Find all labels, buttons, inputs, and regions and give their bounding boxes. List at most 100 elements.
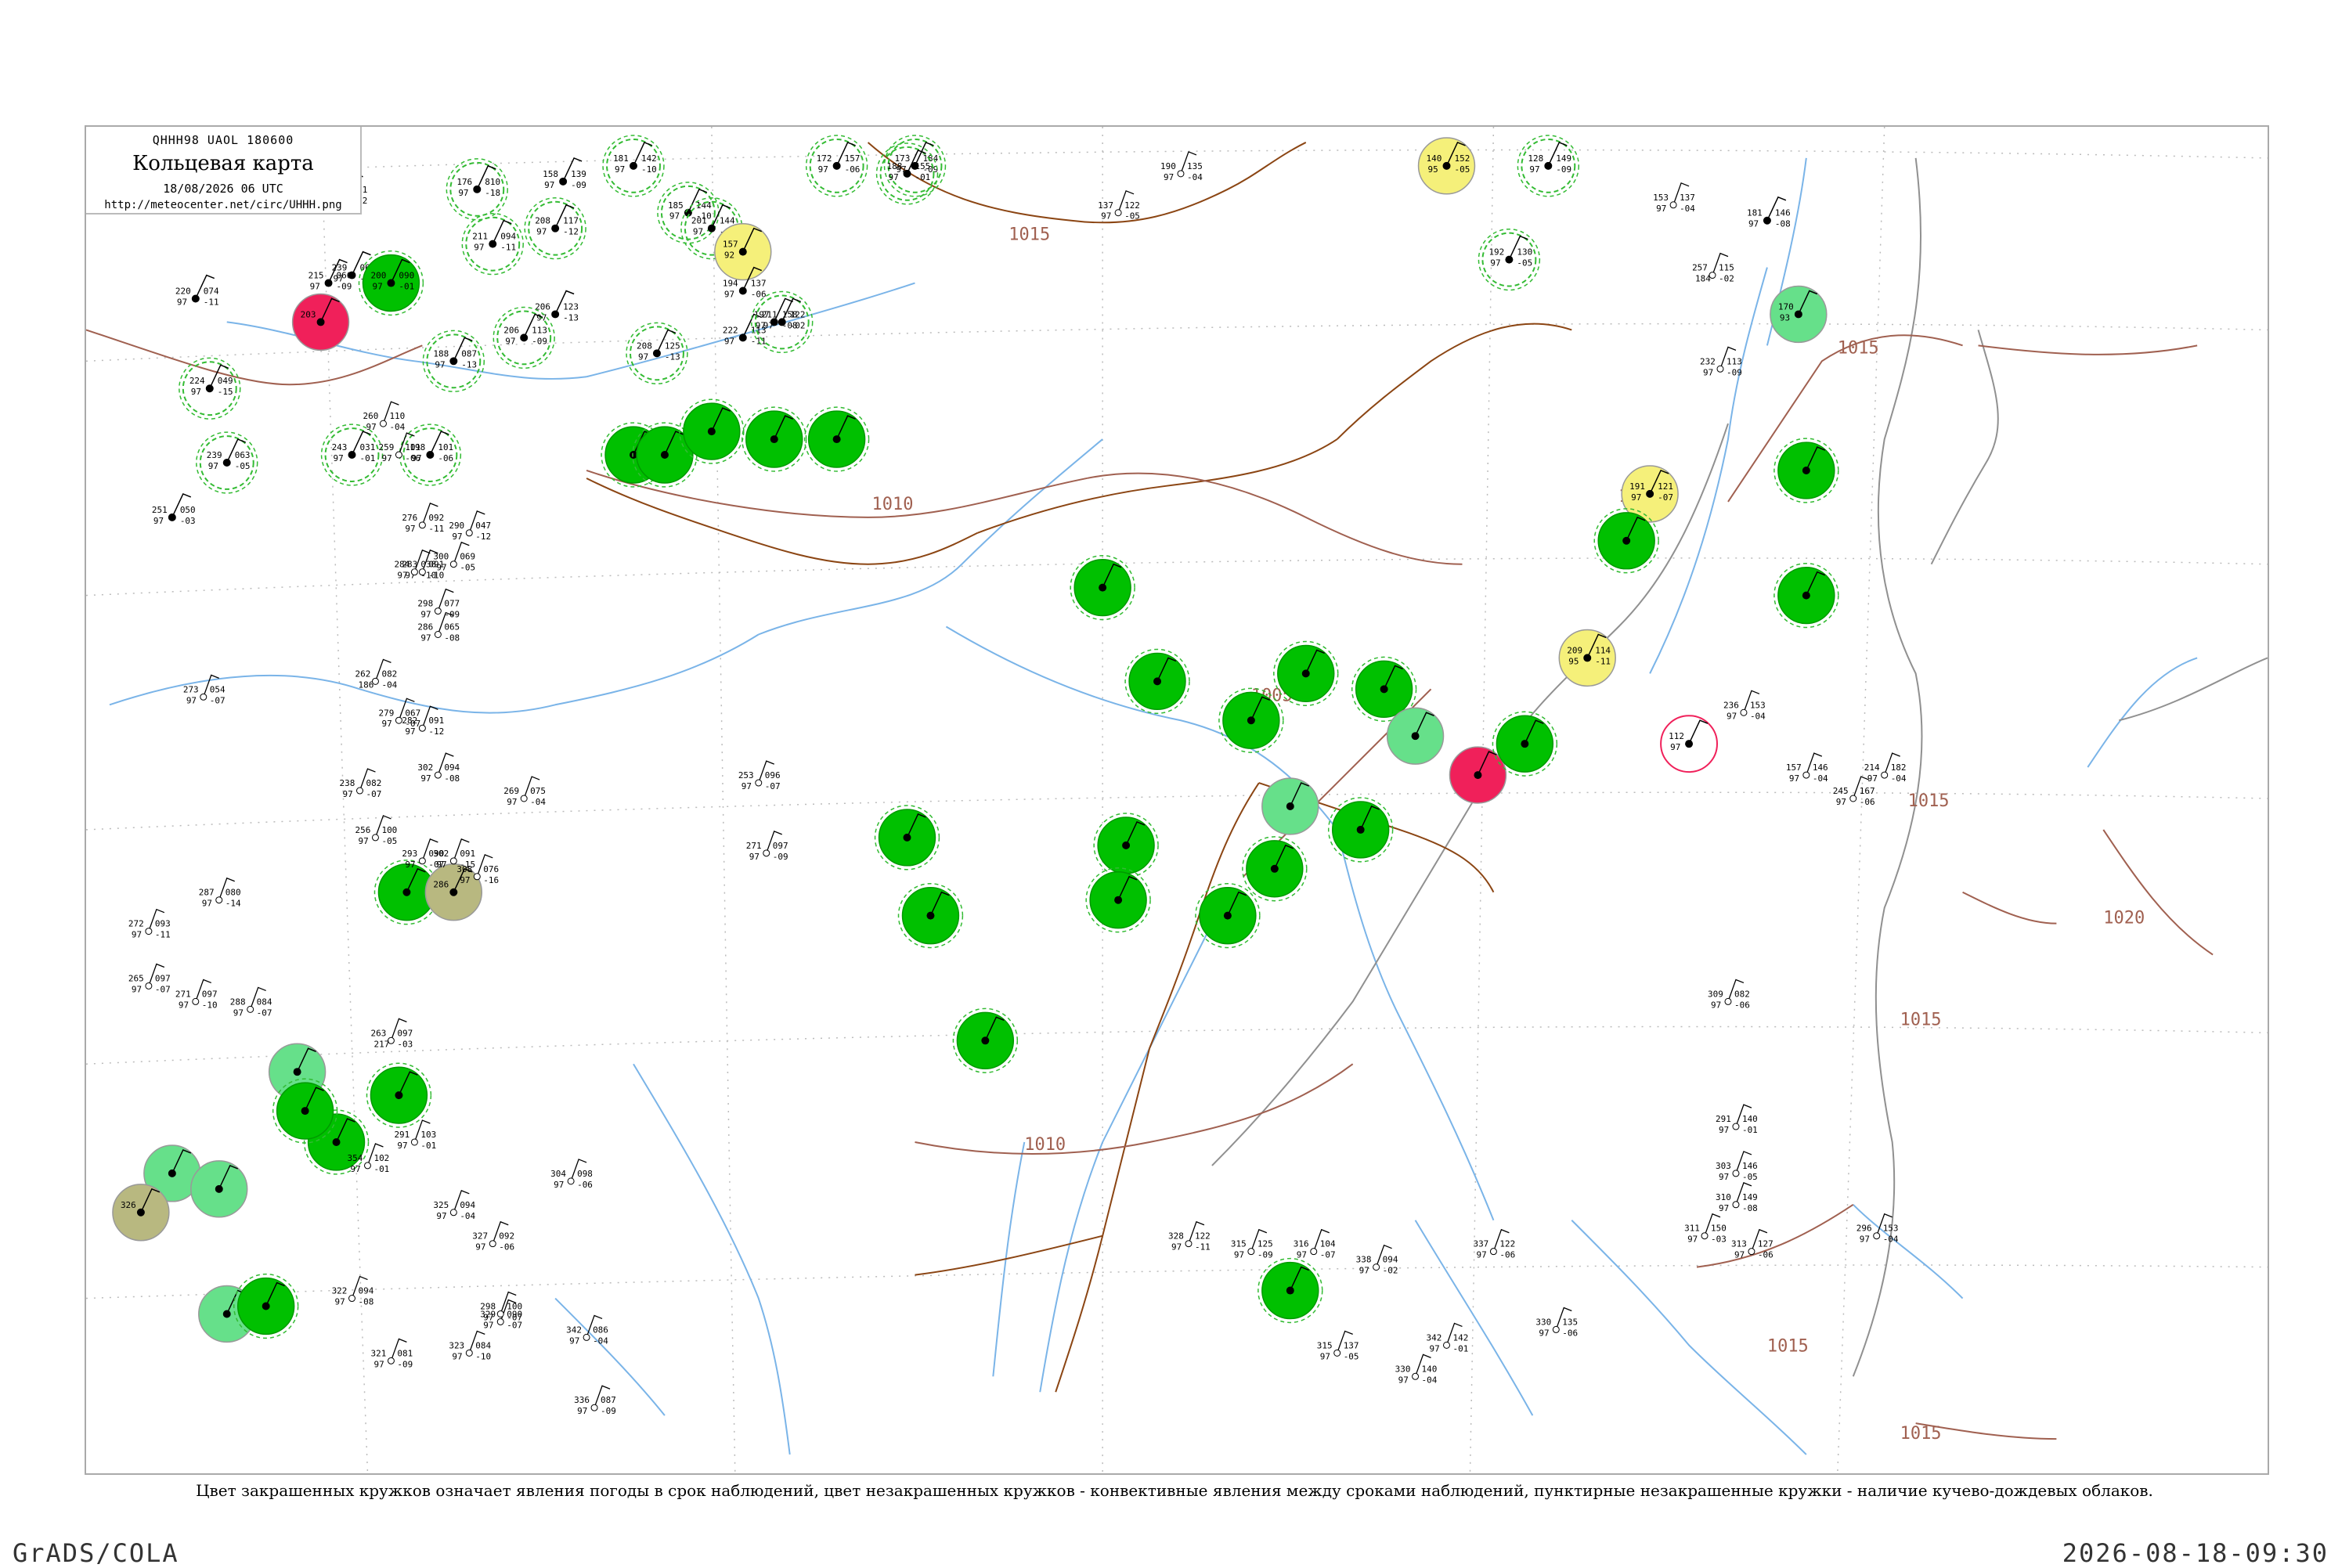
station-plot[interactable]: 298 100 97 -07 <box>480 1291 522 1323</box>
station-marker[interactable]: 286 <box>424 863 483 921</box>
station-marker[interactable] <box>1070 554 1135 621</box>
station-plot[interactable]: 214 182 97 -04 <box>1864 752 1907 784</box>
station-marker[interactable]: 208 117 97 -12 <box>524 197 586 260</box>
map-url[interactable]: http://meteocenter.net/circ/UHHH.png <box>86 199 360 211</box>
station-marker[interactable] <box>742 406 807 472</box>
station-marker[interactable] <box>1124 648 1190 715</box>
station-marker[interactable]: 239 063 97 -05 <box>196 431 258 494</box>
station-plot[interactable]: 276 092 97 -11 <box>402 503 444 534</box>
station-plot[interactable]: 323 084 97 -10 <box>449 1330 492 1361</box>
station-plot[interactable]: 157 146 97 -04 <box>1786 752 1828 784</box>
station-plot[interactable]: 291 140 97 -01 <box>1716 1104 1758 1135</box>
station-marker[interactable]: 251 050 97 -03 <box>146 491 199 544</box>
station-marker[interactable]: 224 049 97 -15 <box>179 357 241 420</box>
station-marker[interactable] <box>1386 707 1445 765</box>
station-marker[interactable]: 243 031 97 -01 <box>320 424 384 486</box>
station-plot[interactable]: 303 146 97 -05 <box>1716 1151 1758 1182</box>
station-plot[interactable]: 290 047 97 -12 <box>449 510 491 542</box>
station-plot[interactable]: 262 082 186 -04 <box>355 658 398 690</box>
station-plot[interactable]: 272 093 97 -11 <box>128 908 171 940</box>
station-marker[interactable]: 17093 <box>1770 285 1828 344</box>
station-plot[interactable]: 327 092 97 -06 <box>472 1220 514 1253</box>
station-plot[interactable]: 315 125 97 -09 <box>1231 1228 1273 1260</box>
station-plot[interactable]: 302 094 97 -08 <box>417 752 460 784</box>
station-marker[interactable]: 15792 <box>714 222 772 281</box>
station-marker[interactable]: 192 130 97 -05 <box>1478 228 1541 291</box>
station-plot[interactable]: 271 097 97 -09 <box>746 831 788 862</box>
station-plot[interactable]: 330 135 97 -06 <box>1535 1307 1578 1338</box>
station-plot[interactable]: 263 097 217 -03 <box>370 1018 413 1049</box>
station-plot[interactable]: 337 122 97 -06 <box>1473 1228 1515 1260</box>
station-marker[interactable]: 220 074 97 -11 <box>169 272 222 326</box>
station-plot[interactable]: 288 084 97 -07 <box>230 986 272 1018</box>
station-marker[interactable] <box>190 1160 248 1218</box>
station-marker[interactable] <box>1218 687 1284 753</box>
station-marker[interactable]: 140 152 95 -05 <box>1417 137 1476 195</box>
station-plot[interactable]: 321 081 97 -09 <box>370 1338 413 1369</box>
station-plot[interactable]: 265 097 97 -07 <box>128 963 171 995</box>
synoptic-map[interactable]: 1015 1010 1005 1010 1015 1010 1015 1020 … <box>86 127 2268 1473</box>
station-plot[interactable]: 287 080 97 -14 <box>199 877 241 909</box>
station-plot[interactable]: 232 113 97 -09 <box>1700 346 1742 377</box>
station-marker[interactable] <box>1327 797 1394 863</box>
station-plot[interactable]: 325 094 97 -04 <box>433 1189 476 1221</box>
station-plot[interactable]: 236 153 97 -04 <box>1723 690 1766 721</box>
station-marker[interactable] <box>1449 746 1507 804</box>
station-plot[interactable]: 271 097 97 -10 <box>175 979 218 1010</box>
station-marker[interactable]: 211 094 97 -11 <box>461 212 524 276</box>
station-marker[interactable]: 185 14497 -10 <box>657 182 720 244</box>
station-marker[interactable]: 128 149 97 -09 <box>1517 135 1580 197</box>
station-plot[interactable]: 322 094 97 -08 <box>332 1275 374 1307</box>
station-marker[interactable]: 203 <box>291 293 350 351</box>
station-marker[interactable] <box>1593 508 1659 574</box>
station-marker[interactable] <box>1773 438 1839 503</box>
station-plot[interactable]: 330 140 97 -04 <box>1395 1354 1438 1385</box>
station-marker[interactable] <box>1242 836 1308 902</box>
station-plot[interactable]: 300 06997 -05 <box>433 541 475 573</box>
station-marker[interactable] <box>1085 867 1151 933</box>
station-plot[interactable]: 256 100 97 -05 <box>355 815 398 846</box>
station-plot[interactable]: 310 149 97 -08 <box>1716 1182 1758 1213</box>
station-plot[interactable]: 309 082 97 -06 <box>1708 979 1750 1010</box>
station-marker[interactable]: 208 125 97 -13 <box>626 322 688 384</box>
station-plot[interactable]: 315 137 97 -05 <box>1317 1330 1359 1361</box>
station-plot[interactable]: 273 054 97 -07 <box>183 674 226 705</box>
station-plot[interactable]: 291 103 97 -01 <box>394 1119 436 1151</box>
station-marker[interactable] <box>952 1007 1019 1073</box>
station-marker[interactable]: 11297 <box>1660 715 1719 773</box>
map-frame[interactable]: 1015 1010 1005 1010 1015 1010 1015 1020 … <box>85 125 2269 1475</box>
station-marker[interactable]: 209 114 95 -11 <box>1558 629 1616 687</box>
station-plot[interactable]: 269 075 97 -04 <box>503 776 546 807</box>
station-plot[interactable]: 260 110 97 -04 <box>363 401 406 432</box>
station-plot[interactable]: 238 082 97 -07 <box>340 768 382 799</box>
station-marker[interactable]: 326 <box>112 1184 170 1242</box>
station-plot[interactable]: 311 150 97 -03 <box>1684 1213 1727 1245</box>
station-marker[interactable]: 181 146 97 -08 <box>1741 194 1794 247</box>
station-marker[interactable] <box>1257 1257 1323 1324</box>
station-marker[interactable] <box>874 805 940 871</box>
station-marker[interactable]: 172 157 97 -06 <box>805 135 868 197</box>
station-plot[interactable]: 342 142 97 -01 <box>1427 1322 1469 1354</box>
station-marker[interactable]: 181 142 97 -10 <box>602 135 665 197</box>
station-marker[interactable] <box>1093 813 1159 878</box>
station-marker[interactable] <box>1773 562 1839 629</box>
station-plot[interactable]: 336 087 97 -09 <box>574 1385 616 1416</box>
station-marker[interactable] <box>366 1062 432 1128</box>
station-plot[interactable]: 253 096 97 -07 <box>738 760 781 791</box>
station-marker[interactable]: 158 139 97 -09 <box>536 155 590 208</box>
station-plot[interactable]: 153 137 97 -04 <box>1653 182 1695 214</box>
station-marker[interactable]: 200 090 97 -01 <box>358 250 424 316</box>
station-marker[interactable] <box>897 883 964 949</box>
station-plot[interactable]: 257 115 184 -02 <box>1692 252 1734 284</box>
station-plot[interactable]: 298 07797 -09 <box>417 588 460 620</box>
station-marker[interactable]: 176 810 97 -18 <box>446 158 508 221</box>
station-plot[interactable]: 328 122 97 -11 <box>1168 1220 1211 1253</box>
station-plot[interactable]: 316 104 97 -07 <box>1294 1228 1336 1260</box>
station-marker[interactable] <box>1261 777 1319 835</box>
station-marker[interactable]: 188 087 97 -13 <box>422 330 485 392</box>
station-plot[interactable]: 304 098 97 -06 <box>550 1159 593 1190</box>
station-plot[interactable]: 190 135 97 -04 <box>1160 151 1203 182</box>
station-plot[interactable]: 137 122 97 -05 <box>1098 189 1140 222</box>
station-marker[interactable] <box>803 406 870 472</box>
station-plot[interactable]: 338 094 97 -02 <box>1356 1244 1398 1276</box>
